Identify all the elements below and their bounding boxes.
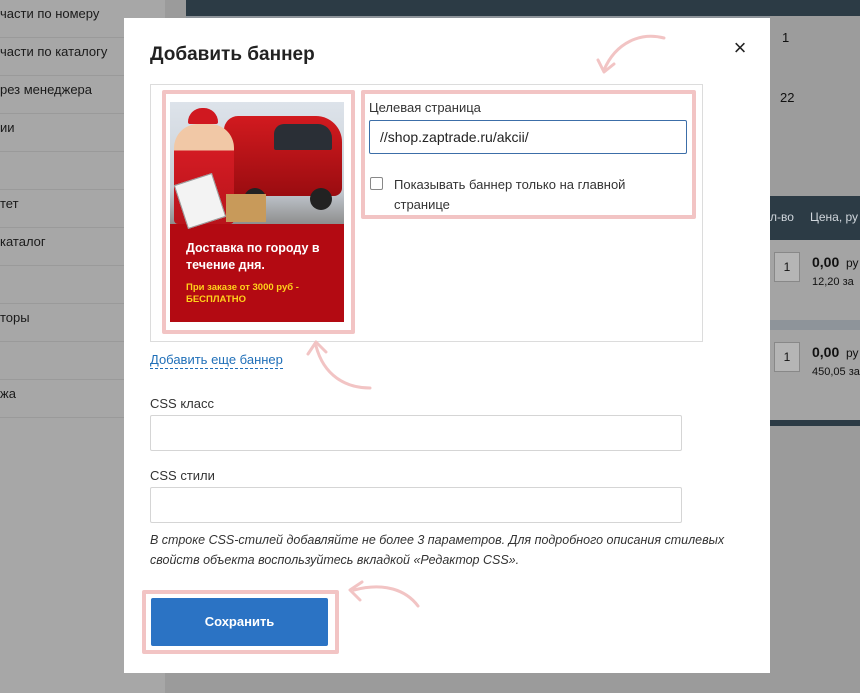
background-cell: 1 [782, 30, 790, 45]
arrow-annotation-icon [306, 340, 372, 390]
price: 0,00 [812, 344, 840, 360]
price: 0,00 [812, 254, 840, 270]
save-highlight [142, 590, 339, 654]
col-qty: л-во [770, 210, 794, 224]
close-icon[interactable]: × [730, 37, 750, 59]
css-class-input[interactable] [150, 415, 682, 451]
background-table-header-2: л-во Цена, ру [770, 196, 860, 240]
qty-field: 1 [774, 342, 800, 372]
css-class-label: CSS класс [150, 396, 214, 411]
qty-field: 1 [774, 252, 800, 282]
arrow-annotation-icon [348, 580, 420, 608]
background-cell: 22 [780, 90, 795, 105]
target-page-highlight [361, 90, 696, 219]
banner-highlight [162, 90, 355, 334]
modal-title: Добавить баннер [150, 44, 315, 65]
css-styles-input[interactable] [150, 487, 682, 523]
price-sub: 12,20 за [812, 276, 854, 288]
price-unit: ру [846, 256, 859, 270]
col-price: Цена, ру [810, 210, 859, 224]
price-sub: 450,05 за [812, 366, 860, 378]
css-styles-label: CSS стили [150, 468, 215, 483]
price-unit: ру [846, 346, 859, 360]
css-help-text: В строке CSS-стилей добавляйте не более … [150, 533, 725, 567]
background-table-header [186, 0, 860, 16]
add-more-banner-link[interactable]: Добавить еще баннер [150, 352, 283, 369]
arrow-annotation-icon [596, 34, 666, 74]
